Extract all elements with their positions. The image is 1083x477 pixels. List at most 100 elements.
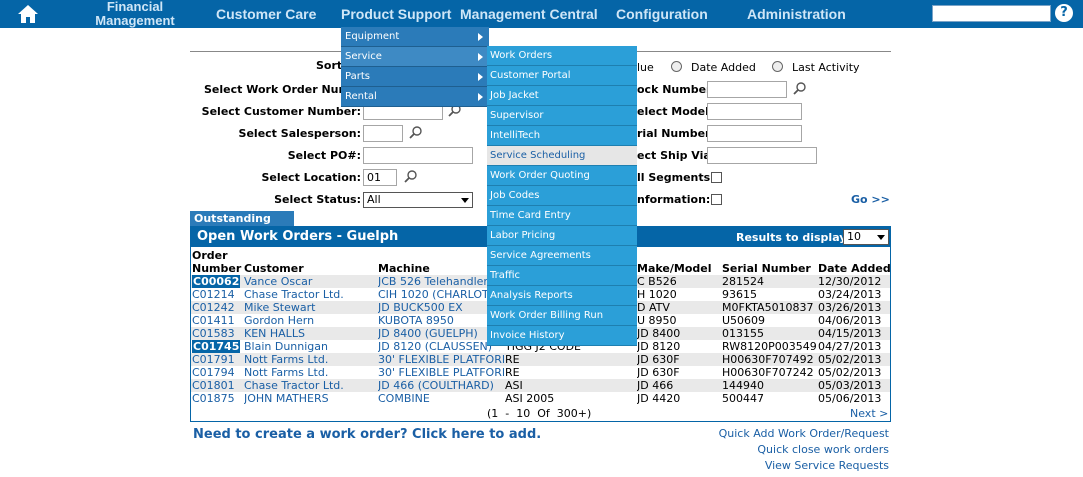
cell-customer[interactable]: Chase Tractor Ltd. [244,288,376,301]
cell-customer[interactable]: Mike Stewart [244,301,376,314]
cell-order[interactable]: C01794 [192,366,242,379]
submenu-item-analysis-reports[interactable]: Analysis Reports [487,286,637,306]
nav-product-support[interactable]: Product Support [341,0,451,28]
location-search-icon[interactable] [404,170,417,183]
submenu-item-work-order-quoting[interactable]: Work Order Quoting [487,166,637,186]
stock-search-icon[interactable] [793,82,806,95]
submenu-item-time-card-entry[interactable]: Time Card Entry [487,206,637,226]
cell-order[interactable]: C01242 [192,301,242,314]
cell-order[interactable]: C01745 [192,340,242,353]
menu-item-service[interactable]: Service [341,47,489,67]
cell-machine[interactable]: 30' FLEXIBLE PLATFORM [378,366,504,379]
tab-outstanding-pos[interactable]: Outstanding POs [190,211,294,240]
col-customer[interactable]: Customer [244,262,304,275]
stock-number-input[interactable] [707,81,787,98]
col-order-number[interactable]: Order Number [192,249,241,275]
submenu-item-labor-pricing[interactable]: Labor Pricing [487,226,637,246]
sort-last-activity-radio[interactable] [772,61,783,72]
cell-machine[interactable]: 30' FLEXIBLE PLATFORM [378,353,504,366]
menu-item-rental[interactable]: Rental [341,87,489,107]
go-button[interactable]: Go >> [851,193,890,206]
serial-number-input[interactable] [707,125,802,142]
submenu-item-work-order-billing-run[interactable]: Work Order Billing Run [487,306,637,326]
cell-machine[interactable]: JD 8120 (CLAUSSEN) [378,340,504,353]
cell-serial: U50609 [722,314,766,327]
menu-item-parts[interactable]: Parts [341,67,489,87]
ship-via-input[interactable] [707,147,817,164]
col-date-added[interactable]: Date Added [818,262,891,275]
cell-customer[interactable]: JOHN MATHERS [244,392,376,405]
table-row[interactable]: C01791 Nott Farms Ltd. 30' FLEXIBLE PLATFO… [191,353,890,366]
menu-item-equipment[interactable]: Equipment [341,27,489,47]
product-support-menu: Equipment Service Parts Rental [341,27,489,107]
submenu-item-traffic[interactable]: Traffic [487,266,637,286]
cell-customer[interactable]: Chase Tractor Ltd. [244,379,376,392]
information-checkbox[interactable] [711,194,722,205]
nav-configuration[interactable]: Configuration [616,0,708,28]
cell-make-model: JD 466 [637,379,674,392]
order-number-highlight: C01745 [192,340,241,353]
nav-customer-care[interactable]: Customer Care [216,0,316,28]
submenu-item-job-codes[interactable]: Job Codes [487,186,637,206]
results-select[interactable]: 10 [843,229,889,245]
po-input[interactable] [363,147,473,164]
nav-management-central[interactable]: Management Central [460,0,598,28]
col-machine[interactable]: Machine [378,262,430,275]
cell-serial: H00630F707242 [722,366,814,379]
nav-financial-management[interactable]: Financial Management [85,0,185,28]
chevron-right-icon [478,33,483,41]
model-input[interactable] [707,103,802,120]
sort-date-added-radio[interactable] [671,61,682,72]
cell-customer[interactable]: Vance Oscar [244,275,376,288]
cell-order[interactable]: C01875 [192,392,242,405]
submenu-item-job-jacket[interactable]: Job Jacket [487,86,637,106]
cell-machine[interactable]: CIH 1020 (CHARLOTTE) [378,288,504,301]
cell-order[interactable]: C01791 [192,353,242,366]
cell-machine[interactable]: JD 466 (COULTHARD) [378,379,504,392]
cell-serial: 013155 [722,327,764,340]
quick-add-link[interactable]: Quick Add Work Order/Request [719,427,889,440]
table-row[interactable]: C01875 JOHN MATHERS COMBINE ASI 2005 JD 4420… [191,392,890,405]
salesperson-input[interactable] [363,125,403,142]
cell-order[interactable]: C01583 [192,327,242,340]
home-icon[interactable] [17,4,39,24]
cell-customer[interactable]: Nott Farms Ltd. [244,366,376,379]
cell-make-model: JD 630F [637,366,680,379]
cell-machine[interactable]: KUBOTA 8950 [378,314,504,327]
cell-order[interactable]: C01801 [192,379,242,392]
col-make-model[interactable]: Make/Model [637,262,711,275]
cell-machine[interactable]: JD BUCK500 EX [378,301,504,314]
cell-order[interactable]: C01214 [192,288,242,301]
cell-order[interactable]: C01411 [192,314,242,327]
submenu-item-customer-portal[interactable]: Customer Portal [487,66,637,86]
cell-customer[interactable]: Gordon Hern [244,314,376,327]
submenu-item-invoice-history[interactable]: Invoice History [487,326,637,346]
salesperson-label: Select Salesperson: [238,127,361,140]
submenu-item-intellitech[interactable]: IntelliTech [487,126,637,146]
cell-machine[interactable]: JCB 526 Telehandler [378,275,504,288]
nav-search-input[interactable] [932,5,1051,22]
cell-machine[interactable]: JD 8400 (GUELPH) [378,327,504,340]
cell-customer[interactable]: Nott Farms Ltd. [244,353,376,366]
create-work-order-link[interactable]: Need to create a work order? Click here … [193,427,541,442]
view-service-requests-link[interactable]: View Service Requests [765,459,889,472]
salesperson-search-icon[interactable] [409,126,422,139]
submenu-item-service-scheduling[interactable]: Service Scheduling [487,146,637,166]
help-icon[interactable]: ? [1055,4,1073,22]
quick-close-link[interactable]: Quick close work orders [757,443,889,456]
nav-administration[interactable]: Administration [747,0,846,28]
table-row[interactable]: C01801 Chase Tractor Ltd. JD 466 (COULTHAR… [191,379,890,392]
submenu-item-supervisor[interactable]: Supervisor [487,106,637,126]
submenu-item-service-agreements[interactable]: Service Agreements [487,246,637,266]
cell-customer[interactable]: KEN HALLS [244,327,376,340]
cell-machine[interactable]: COMBINE [378,392,504,405]
cell-customer[interactable]: Blain Dunnigan [244,340,376,353]
cell-order[interactable]: C00062 [192,275,242,288]
next-page-link[interactable]: Next > [850,407,888,420]
col-serial-number[interactable]: Serial Number [722,262,811,275]
all-segments-checkbox[interactable] [711,172,722,183]
status-select[interactable]: All [363,192,473,208]
table-row[interactable]: C01794 Nott Farms Ltd. 30' FLEXIBLE PLATFO… [191,366,890,379]
location-input[interactable]: 01 [363,169,397,186]
submenu-item-work-orders[interactable]: Work Orders [487,46,637,66]
